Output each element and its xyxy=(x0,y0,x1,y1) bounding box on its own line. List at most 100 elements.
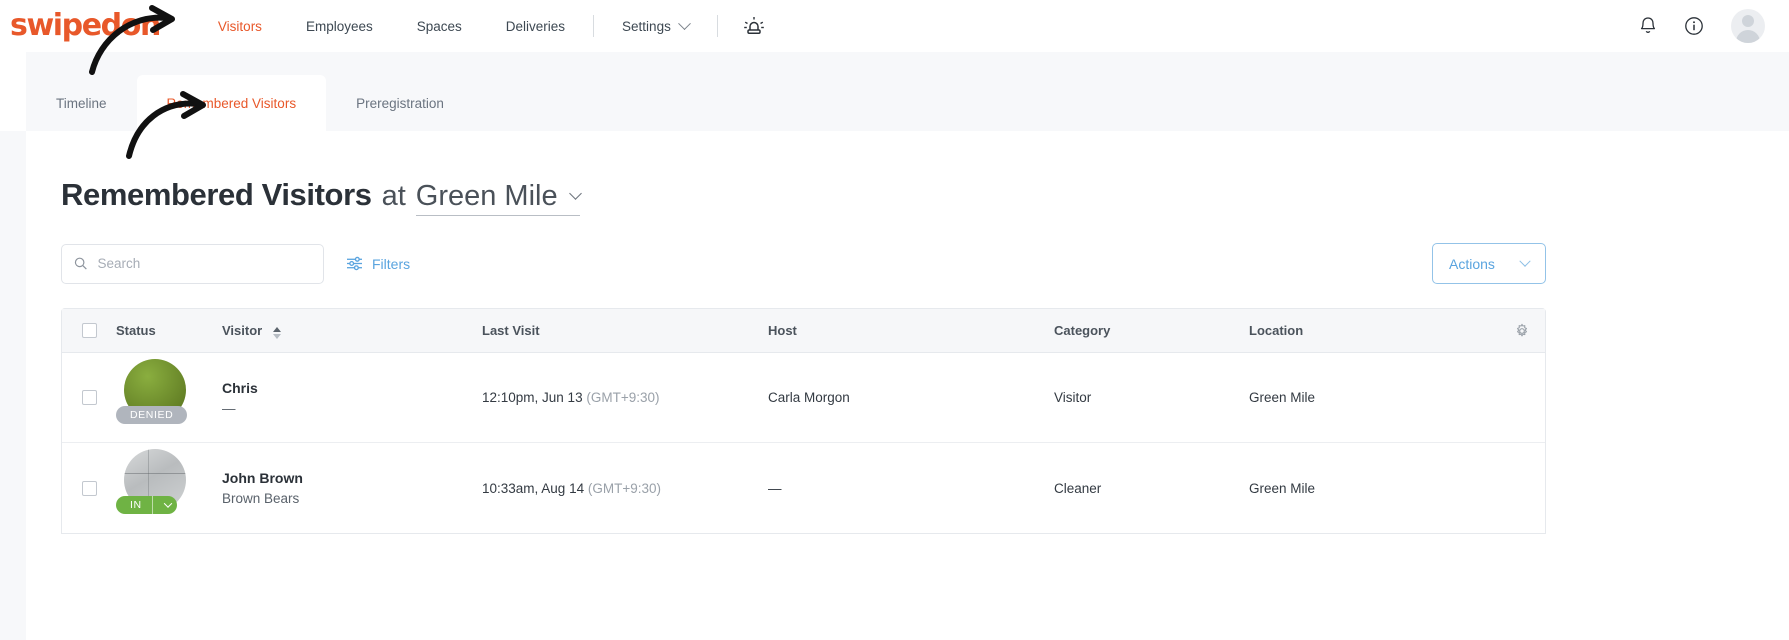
column-header-visitor[interactable]: Visitor xyxy=(222,323,482,339)
last-visit-timezone: (GMT+9:30) xyxy=(587,480,662,496)
location-selector-value: Green Mile xyxy=(415,180,558,212)
search-icon xyxy=(74,257,87,270)
tab-preregistration[interactable]: Preregistration xyxy=(326,75,474,131)
sort-arrows-icon[interactable] xyxy=(272,326,281,339)
sort-ascending-icon xyxy=(272,326,281,332)
chevron-down-icon xyxy=(568,187,582,200)
top-navigation-bar: swipedon Visitors Employees Spaces Deliv… xyxy=(0,0,1789,52)
column-header-last-visit[interactable]: Last Visit xyxy=(482,323,768,338)
filters-button[interactable]: Filters xyxy=(346,256,410,272)
table-header-row: Status Visitor Last Visit Host Category xyxy=(62,309,1545,353)
row-category-cell: Cleaner xyxy=(1054,480,1102,496)
filters-label: Filters xyxy=(372,255,411,272)
nav-label: Visitors xyxy=(217,18,262,34)
avatar: IN xyxy=(116,449,194,527)
table-row[interactable]: IN John Brown Brown Bears 10:33am, Aug 1… xyxy=(62,443,1545,533)
select-all-cell xyxy=(62,323,116,338)
nav-item-spaces[interactable]: Spaces xyxy=(395,0,484,52)
badge-divider xyxy=(151,496,153,514)
info-icon xyxy=(1685,17,1703,35)
status-badge-label: DENIED xyxy=(130,408,174,421)
row-checkbox[interactable] xyxy=(81,390,97,405)
row-location-cell: Green Mile xyxy=(1249,480,1316,496)
column-header-status[interactable]: Status xyxy=(116,323,222,338)
filters-sliders-icon xyxy=(347,256,362,271)
visitor-name: John Brown xyxy=(222,470,303,486)
status-badge-label: IN xyxy=(130,499,142,511)
chevron-down-icon xyxy=(677,16,691,30)
nav-item-deliveries[interactable]: Deliveries xyxy=(484,0,587,52)
status-badge[interactable]: DENIED xyxy=(116,405,188,424)
column-label: Last Visit xyxy=(482,323,540,338)
location-selector[interactable]: Green Mile xyxy=(415,180,582,216)
sub-tabs-bar: Timeline Remembered Visitors Preregistra… xyxy=(0,52,1789,131)
chevron-down-icon xyxy=(163,499,172,508)
siren-icon xyxy=(744,17,764,34)
last-visit-timezone: (GMT+9:30) xyxy=(586,390,660,405)
tab-remembered-visitors[interactable]: Remembered Visitors xyxy=(136,75,327,131)
visitors-table: Status Visitor Last Visit Host Category xyxy=(61,308,1546,534)
row-category-cell: Visitor xyxy=(1054,390,1092,405)
page-body: Remembered Visitors at Green Mile Search… xyxy=(0,131,1789,640)
row-visitor-cell: John Brown Brown Bears xyxy=(222,470,482,506)
tab-label: Remembered Visitors xyxy=(166,95,297,111)
tabs-left-gutter xyxy=(0,52,26,131)
nav-label: Deliveries xyxy=(505,18,566,34)
content-area: Remembered Visitors at Green Mile Search… xyxy=(0,131,1789,534)
notifications-button[interactable] xyxy=(1629,7,1667,45)
search-input[interactable] xyxy=(97,256,311,271)
page-title-connector: at xyxy=(381,180,406,212)
table-settings-cell xyxy=(1499,323,1545,339)
select-all-checkbox[interactable] xyxy=(81,323,97,338)
row-select-cell xyxy=(62,480,116,496)
page-title-strong: Remembered Visitors xyxy=(61,177,372,212)
visitor-name: Chris xyxy=(222,379,258,396)
row-status-cell: DENIED xyxy=(116,358,222,437)
column-label: Location xyxy=(1249,323,1304,338)
row-last-visit-cell: 12:10pm, Jun 13 (GMT+9:30) xyxy=(482,390,768,405)
table-toolbar: Filters Actions xyxy=(61,243,1789,284)
row-checkbox[interactable] xyxy=(81,480,97,496)
actions-button[interactable]: Actions xyxy=(1432,243,1546,284)
column-label: Category xyxy=(1054,323,1111,338)
row-select-cell xyxy=(62,390,116,405)
search-box[interactable] xyxy=(61,243,324,284)
last-visit-time: 12:10pm, Jun 13 xyxy=(482,390,583,405)
chevron-down-icon xyxy=(1519,255,1531,267)
nav-label: Settings xyxy=(622,18,671,34)
primary-nav: Visitors Employees Spaces Deliveries Set… xyxy=(196,0,784,52)
nav-divider xyxy=(593,15,595,37)
nav-label: Employees xyxy=(305,18,373,34)
left-rail xyxy=(0,131,26,640)
column-header-host[interactable]: Host xyxy=(768,323,1054,338)
avatar: DENIED xyxy=(116,358,194,437)
nav-item-employees[interactable]: Employees xyxy=(284,0,395,52)
column-label: Host xyxy=(768,323,797,338)
page-title: Remembered Visitors at Green Mile xyxy=(26,131,1789,216)
column-label: Visitor xyxy=(222,323,263,338)
table-row[interactable]: DENIED Chris — 12:10pm, Jun 13 (GMT+9:30… xyxy=(62,353,1545,443)
nav-item-visitors[interactable]: Visitors xyxy=(196,0,284,52)
column-header-location[interactable]: Location xyxy=(1249,323,1499,338)
column-label: Status xyxy=(116,323,156,338)
row-host-cell: — xyxy=(768,480,782,496)
tab-timeline[interactable]: Timeline xyxy=(26,75,137,131)
tab-label: Timeline xyxy=(56,95,107,111)
status-badge[interactable]: IN xyxy=(116,496,177,514)
visitor-company: — xyxy=(222,400,236,416)
emergency-siren-button[interactable] xyxy=(724,15,784,37)
user-avatar[interactable] xyxy=(1731,9,1765,43)
row-location-cell: Green Mile xyxy=(1249,390,1316,405)
tab-list: Timeline Remembered Visitors Preregistra… xyxy=(26,52,474,131)
gear-icon[interactable] xyxy=(1514,323,1530,339)
swipedon-logo[interactable]: swipedon xyxy=(10,11,161,41)
actions-label: Actions xyxy=(1449,255,1495,272)
sort-descending-icon xyxy=(272,333,281,339)
nav-label: Spaces xyxy=(416,18,462,34)
help-info-button[interactable] xyxy=(1675,7,1713,45)
visitor-company: Brown Bears xyxy=(222,491,300,506)
row-host-cell: Carla Morgon xyxy=(768,390,850,405)
tab-label: Preregistration xyxy=(356,95,444,111)
nav-item-settings[interactable]: Settings xyxy=(600,0,711,52)
column-header-category[interactable]: Category xyxy=(1054,323,1249,338)
